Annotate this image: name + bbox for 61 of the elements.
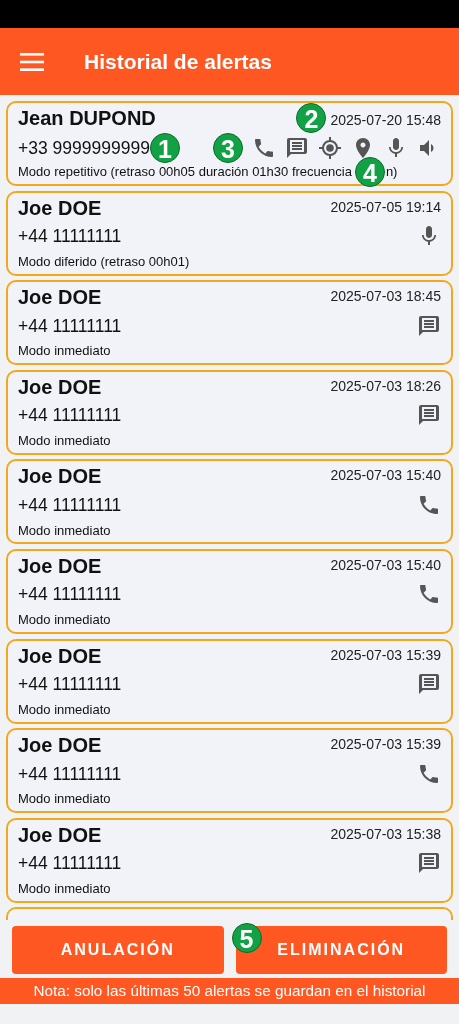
alert-card[interactable]: Jean DUPOND 2 2025-07-20 15:48 +33 9999999999 1 3 Modo repetitivo (retraso 00h05 duración 01h30 frecuencia 4 n)	[6, 101, 453, 186]
callout-number: 3	[213, 133, 243, 163]
alert-mode: Modo inmediato	[18, 342, 111, 361]
message-icon	[417, 851, 441, 876]
alert-date: 2025-07-03 15:39	[330, 645, 441, 665]
alert-card[interactable]: Joe DOE 2025-07-03 15:40 +44 11111111 Modo inmediato	[6, 548, 453, 634]
menu-icon[interactable]	[20, 52, 44, 71]
contact-name: Joe DOE	[18, 554, 102, 578]
alert-mode: Modo inmediato	[18, 611, 111, 630]
phone-number: +44 11111111	[18, 762, 122, 786]
contact-name: Joe DOE	[18, 734, 102, 758]
message-icon	[417, 672, 441, 697]
contact-name: Joe DOE	[18, 196, 102, 220]
alert-card[interactable]: Joe DOE 2025-07-05 19:14 +44 11111111 Modo diferido (retraso 00h01)	[6, 190, 453, 276]
alert-mode: Modo inmediato	[18, 880, 111, 898]
alert-mode: Modo diferido (retraso 00h01)	[18, 252, 190, 271]
alert-mode: Modo inmediato	[18, 432, 111, 451]
alert-mode: Modo repetitivo (retraso 00h05 duración 01h30 frecuencia	[18, 163, 352, 182]
phone-number: +44 11111111	[18, 852, 122, 876]
note-text: Nota: solo las últimas 50 alertas se guardan en el historial	[0, 978, 459, 1004]
alert-mode: Modo inmediato	[18, 790, 111, 809]
message-icon	[285, 136, 309, 160]
callout-number: 5	[231, 923, 262, 953]
alert-card[interactable]: Joe DOE 2025-07-03 15:39 +44 11111111 Modo inmediato	[6, 638, 453, 724]
phone-number: +33 9999999999	[18, 136, 150, 160]
alert-mode: Modo inmediato	[18, 521, 111, 540]
alert-date: 2025-07-03 15:38	[330, 824, 441, 844]
contact-name: Joe DOE	[18, 465, 102, 489]
alert-card[interactable]: Joe DOE 2025-07-03 15:38 +44 11111111 Modo inmediato	[6, 817, 453, 903]
callout-number: 2	[296, 103, 327, 133]
alert-date: 2025-07-03 15:40	[330, 466, 441, 486]
contact-name: Joe DOE	[18, 286, 102, 310]
alert-date: 2025-07-03 15:39	[330, 735, 441, 755]
alert-date: 2025-07-03 18:45	[330, 287, 441, 307]
alert-date: 2025-07-05 19:14	[330, 197, 441, 217]
alert-mode: Modo inmediato	[18, 700, 111, 719]
phone-icon	[252, 136, 276, 160]
message-icon	[417, 313, 441, 338]
contact-name: Joe DOE	[18, 823, 102, 847]
contact-name: Joe DOE	[18, 644, 102, 668]
contact-name: Joe DOE	[18, 375, 102, 399]
alert-date: 2025-07-20 15:48	[330, 110, 441, 130]
phone-number: +44 11111111	[18, 672, 122, 696]
callout-number: 1	[149, 133, 180, 163]
phone-number: +44 11111111	[18, 404, 122, 428]
alert-date: 2025-07-03 18:26	[330, 376, 441, 396]
message-icon	[417, 403, 441, 428]
target-icon	[318, 136, 342, 160]
alert-card[interactable]: Joe DOE 2025-07-03 15:39 +44 11111111 Modo inmediato	[6, 728, 453, 814]
alert-mode: n)	[385, 163, 398, 182]
contact-name: Jean DUPOND	[18, 107, 156, 130]
phone-number: +44 11111111	[18, 314, 122, 338]
alert-card[interactable]: Joe DOE 2025-07-03 18:45 +44 11111111 Modo inmediato	[6, 280, 453, 366]
phone-number: +44 11111111	[18, 224, 122, 248]
phone-number: +44 11111111	[18, 493, 122, 517]
alert-card[interactable]: Joe DOE 2025-07-03 15:40 +44 11111111 Modo inmediato	[6, 459, 453, 545]
callout-number: 4	[354, 157, 385, 187]
phone-number: +44 11111111	[18, 583, 122, 607]
screen-title: Historial de alertas	[84, 48, 272, 75]
alert-card[interactable]: Joe DOE 2025-07-03 18:26 +44 11111111 Modo inmediato	[6, 369, 453, 455]
alert-date: 2025-07-03 15:40	[330, 555, 441, 575]
